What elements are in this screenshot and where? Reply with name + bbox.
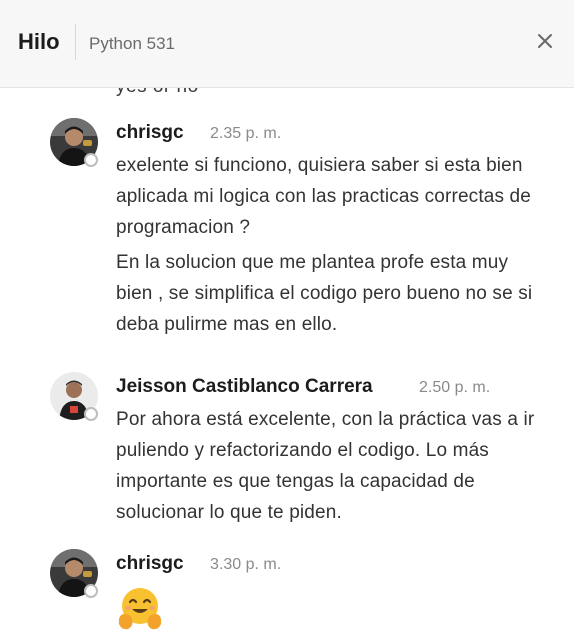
message-author[interactable]: chrisgc <box>116 553 184 575</box>
message-author[interactable]: Jeisson Castiblanco Carrera <box>116 376 373 398</box>
thread-messages[interactable]: yes or no chrisgc 2.35 p. m. exelente si… <box>0 88 574 641</box>
message-timestamp[interactable]: 2.50 p. m. <box>419 379 490 397</box>
message-text: exelente si funciono, quisiera saber si … <box>116 155 531 238</box>
message-timestamp[interactable]: 2.35 p. m. <box>210 125 281 143</box>
channel-name[interactable]: Python 531 <box>89 34 175 54</box>
thread-header: Hilo Python 531 <box>0 0 574 88</box>
truncated-message-text: yes or no <box>116 88 199 98</box>
presence-status-icon <box>84 584 98 598</box>
message-timestamp[interactable]: 3.30 p. m. <box>210 556 281 574</box>
message-text: Por ahora está excelente, con la práctic… <box>116 409 535 523</box>
message-text: En la solucion que me plantea profe esta… <box>116 252 533 335</box>
header-divider <box>75 24 76 60</box>
hugging-face-emoji-icon <box>116 584 164 637</box>
message-author[interactable]: chrisgc <box>116 122 184 144</box>
close-icon[interactable] <box>530 26 560 56</box>
presence-status-icon <box>84 153 98 167</box>
presence-status-icon <box>84 407 98 421</box>
thread-title: Hilo <box>18 29 60 54</box>
